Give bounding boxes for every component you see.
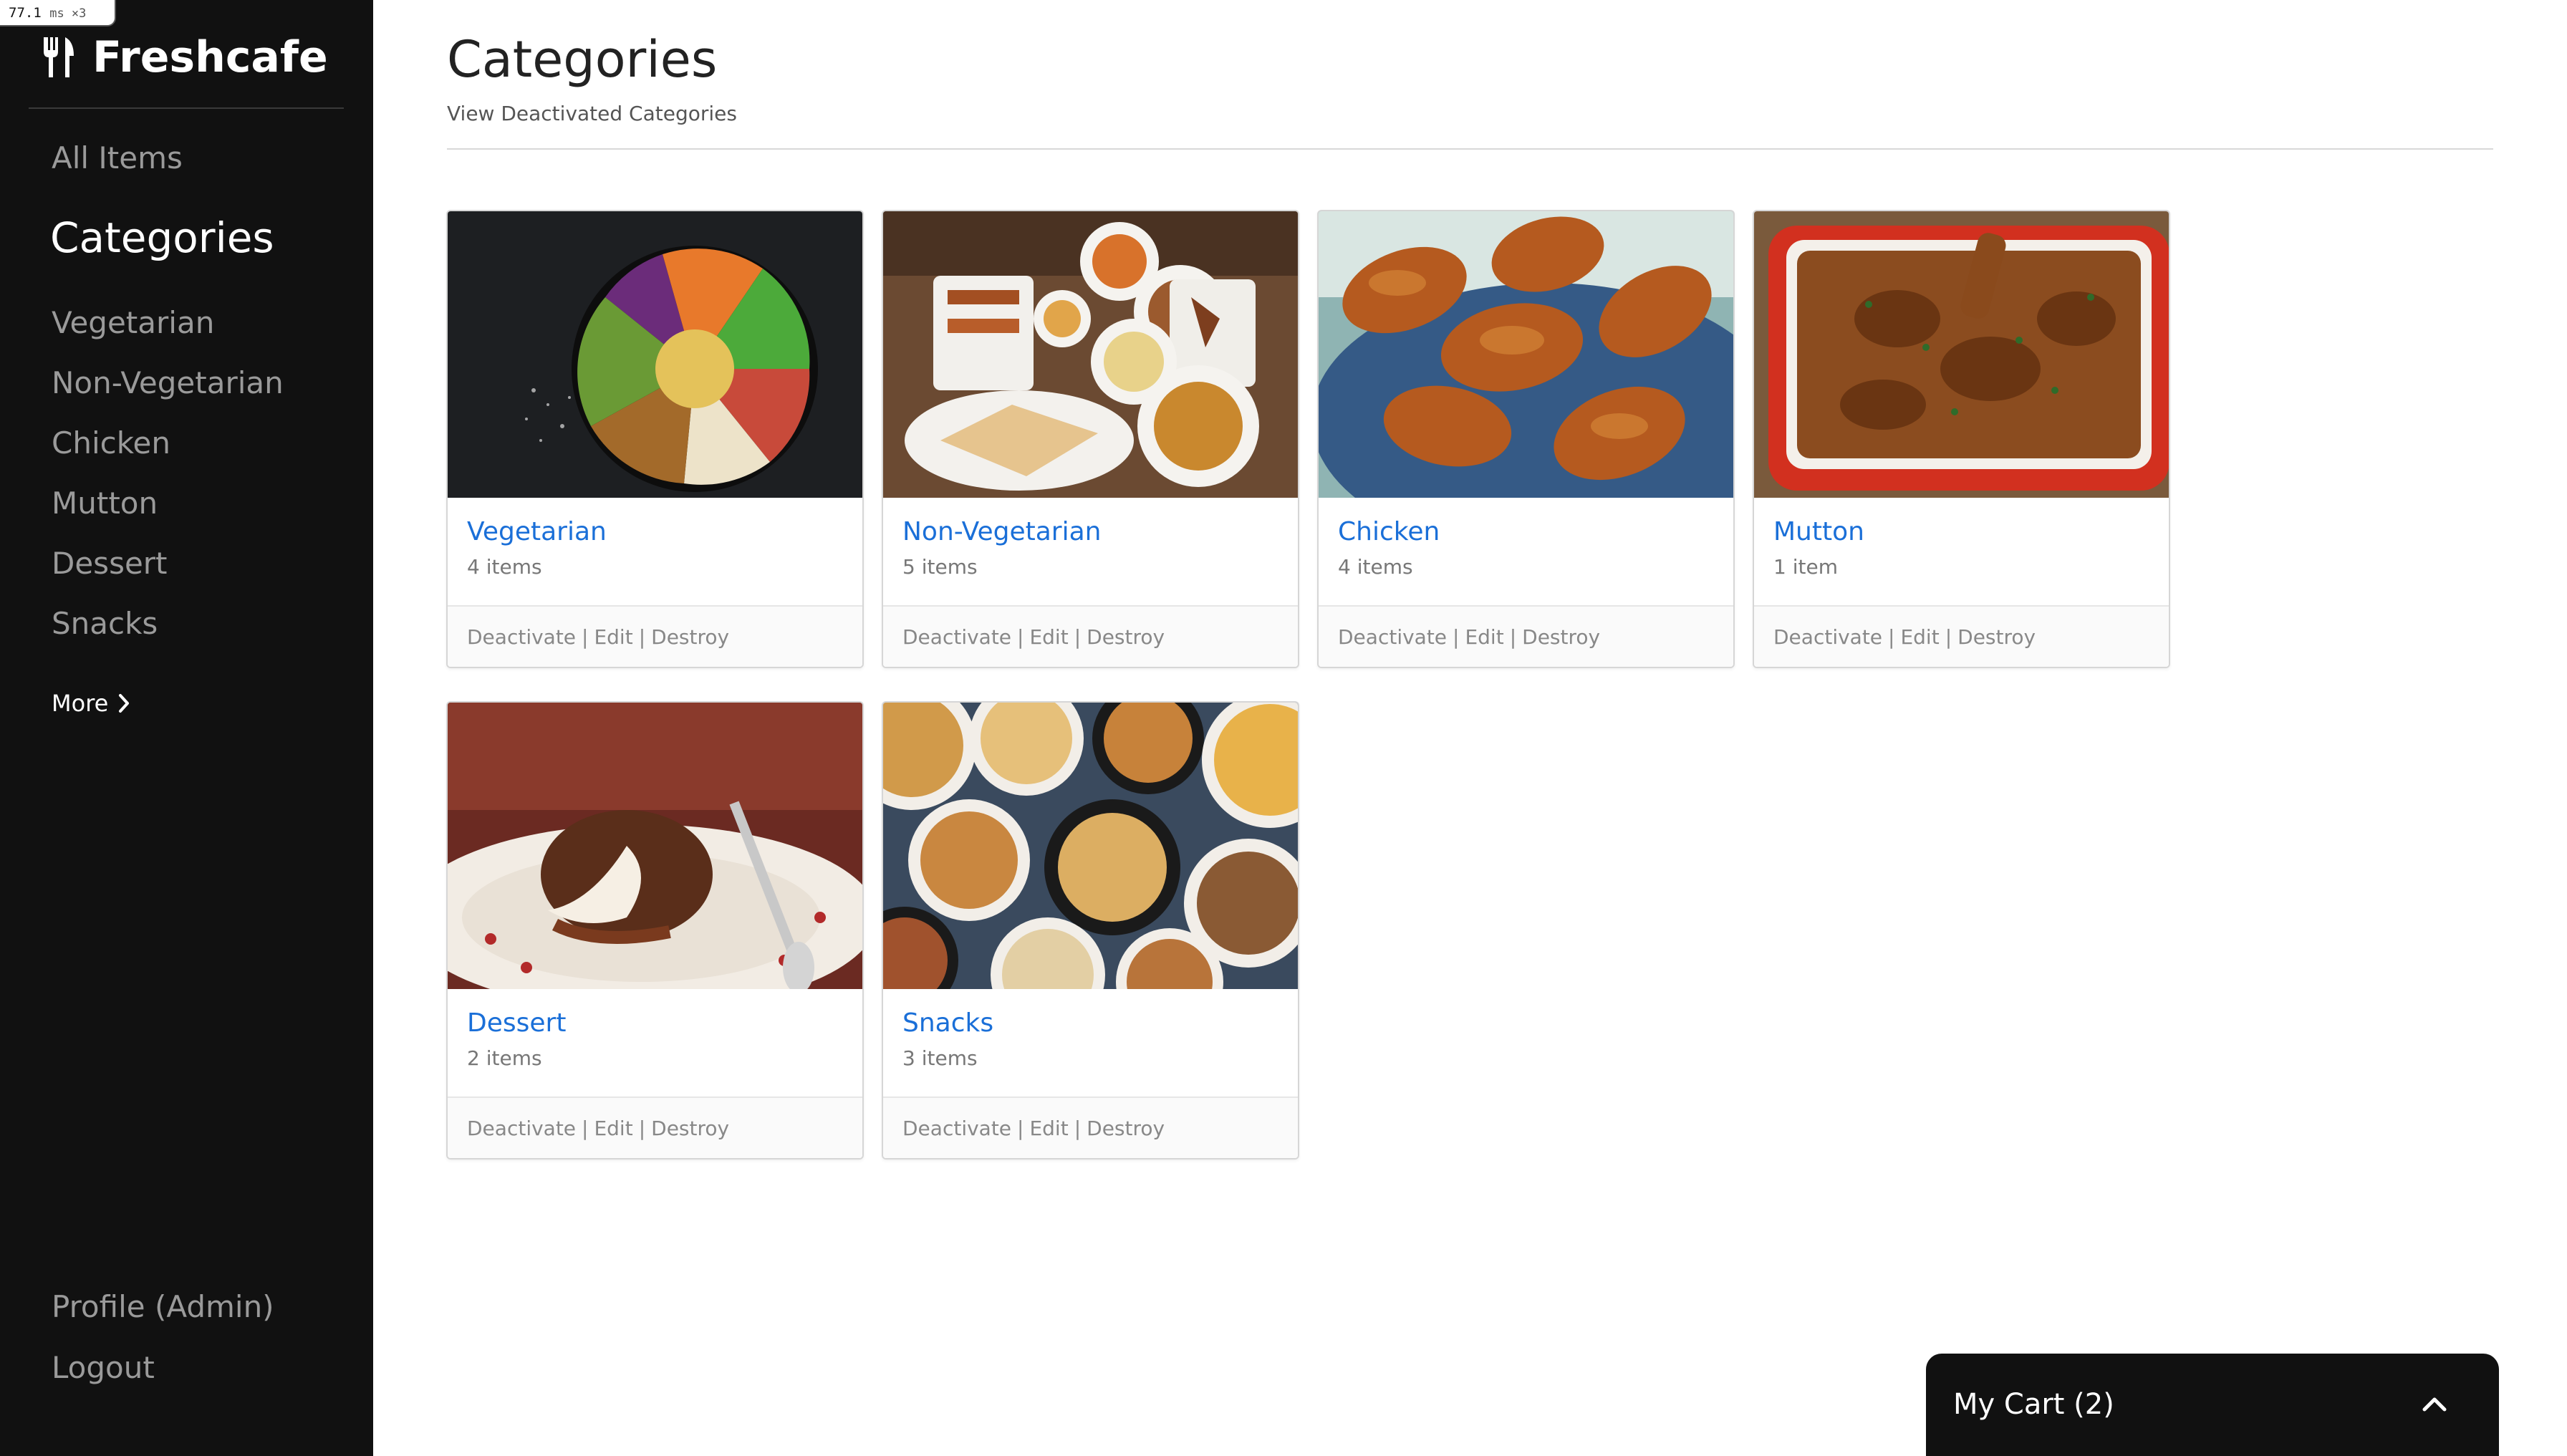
main-content: Categories View Deactivated Categories V… xyxy=(373,0,2567,1456)
deactivate-link[interactable]: Deactivate xyxy=(1773,625,1882,649)
card-count-vegetarian: 4 items xyxy=(467,555,542,579)
card-count-dessert: 2 items xyxy=(467,1046,542,1070)
chevron-right-icon xyxy=(119,694,130,713)
destroy-link[interactable]: Destroy xyxy=(651,1117,729,1140)
card-count-non-vegetarian: 5 items xyxy=(902,555,978,579)
category-card-vegetarian: Vegetarian 4 items Deactivate | Edit | Destr… xyxy=(446,210,864,668)
destroy-link[interactable]: Destroy xyxy=(1522,625,1600,649)
vegetarian-image[interactable] xyxy=(448,211,862,498)
card-actions: Deactivate | Edit | Destroy xyxy=(467,625,730,649)
sidebar-item-vegetarian[interactable]: Vegetarian xyxy=(52,305,214,340)
title-divider xyxy=(447,148,2493,150)
sidebar-item-non-vegetarian[interactable]: Non-Vegetarian xyxy=(52,365,284,400)
category-card-snacks: Snacks 3 items Deactivate | Edit | Destroy xyxy=(882,701,1299,1160)
card-title-non-vegetarian[interactable]: Non-Vegetarian xyxy=(902,517,1102,546)
card-title-mutton[interactable]: Mutton xyxy=(1773,517,1864,546)
edit-link[interactable]: Edit xyxy=(1029,1117,1068,1140)
category-card-mutton: Mutton 1 item Deactivate | Edit | Destroy xyxy=(1753,210,2170,668)
edit-link[interactable]: Edit xyxy=(1900,625,1939,649)
category-card-non-vegetarian: Non-Vegetarian 5 items Deactivate | Edit | D… xyxy=(882,210,1299,668)
sidebar-item-snacks[interactable]: Snacks xyxy=(52,606,158,641)
card-actions: Deactivate | Edit | Destroy xyxy=(902,625,1165,649)
more-label: More xyxy=(52,690,109,717)
card-title-vegetarian[interactable]: Vegetarian xyxy=(467,517,607,546)
edit-link[interactable]: Edit xyxy=(594,625,632,649)
edit-link[interactable]: Edit xyxy=(594,1117,632,1140)
destroy-link[interactable]: Destroy xyxy=(1087,1117,1165,1140)
card-title-chicken[interactable]: Chicken xyxy=(1338,517,1440,546)
sidebar-more-link[interactable]: More xyxy=(52,690,130,717)
deactivate-link[interactable]: Deactivate xyxy=(1338,625,1447,649)
edit-link[interactable]: Edit xyxy=(1465,625,1503,649)
deactivate-link[interactable]: Deactivate xyxy=(902,625,1011,649)
perf-unit: ms ×3 xyxy=(49,6,87,21)
card-footer: Deactivate | Edit | Destroy xyxy=(1319,605,1733,667)
card-title-dessert[interactable]: Dessert xyxy=(467,1008,566,1038)
sidebar-item-mutton[interactable]: Mutton xyxy=(52,486,158,521)
deactivate-link[interactable]: Deactivate xyxy=(467,625,576,649)
view-deactivated-link[interactable]: View Deactivated Categories xyxy=(447,102,737,125)
perf-value: 77.1 xyxy=(9,5,42,21)
snacks-image[interactable] xyxy=(883,703,1298,989)
card-title-snacks[interactable]: Snacks xyxy=(902,1008,993,1038)
card-count-chicken: 4 items xyxy=(1338,555,1413,579)
deactivate-link[interactable]: Deactivate xyxy=(902,1117,1011,1140)
destroy-link[interactable]: Destroy xyxy=(651,625,729,649)
card-count-mutton: 1 item xyxy=(1773,555,1838,579)
cart-panel[interactable]: My Cart (2) xyxy=(1926,1354,2499,1456)
sidebar-item-all-items[interactable]: All Items xyxy=(52,140,183,175)
edit-link[interactable]: Edit xyxy=(1029,625,1068,649)
brand-logo[interactable]: Freshcafe xyxy=(41,29,328,86)
chicken-image[interactable] xyxy=(1319,211,1733,498)
perf-badge: 77.1 ms ×3 xyxy=(0,0,116,26)
sidebar-item-profile[interactable]: Profile (Admin) xyxy=(52,1289,274,1324)
sidebar-item-dessert[interactable]: Dessert xyxy=(52,546,168,581)
card-count-snacks: 3 items xyxy=(902,1046,978,1070)
card-actions: Deactivate | Edit | Destroy xyxy=(1773,625,2036,649)
brand-name: Freshcafe xyxy=(92,32,328,82)
card-footer: Deactivate | Edit | Destroy xyxy=(883,605,1298,667)
card-footer: Deactivate | Edit | Destroy xyxy=(1754,605,2169,667)
category-card-dessert: Dessert 2 items Deactivate | Edit | Destroy xyxy=(446,701,864,1160)
cart-label: My Cart (2) xyxy=(1953,1388,2114,1421)
category-card-chicken: Chicken 4 items Deactivate | Edit | Destroy xyxy=(1317,210,1735,668)
page-title: Categories xyxy=(447,30,718,89)
non-vegetarian-image[interactable] xyxy=(883,211,1298,498)
card-actions: Deactivate | Edit | Destroy xyxy=(902,1117,1165,1140)
mutton-image[interactable] xyxy=(1754,211,2169,498)
card-footer: Deactivate | Edit | Destroy xyxy=(883,1096,1298,1158)
sidebar: Freshcafe All Items Categories Vegetaria… xyxy=(0,0,373,1456)
destroy-link[interactable]: Destroy xyxy=(1087,625,1165,649)
card-actions: Deactivate | Edit | Destroy xyxy=(1338,625,1601,649)
sidebar-item-chicken[interactable]: Chicken xyxy=(52,425,170,461)
card-footer: Deactivate | Edit | Destroy xyxy=(448,605,862,667)
card-footer: Deactivate | Edit | Destroy xyxy=(448,1096,862,1158)
chevron-up-icon[interactable] xyxy=(2420,1389,2449,1418)
deactivate-link[interactable]: Deactivate xyxy=(467,1117,576,1140)
fork-knife-icon xyxy=(44,37,74,77)
dessert-image[interactable] xyxy=(448,703,862,989)
sidebar-categories-heading[interactable]: Categories xyxy=(50,213,274,262)
destroy-link[interactable]: Destroy xyxy=(1957,625,2036,649)
card-actions: Deactivate | Edit | Destroy xyxy=(467,1117,730,1140)
sidebar-item-logout[interactable]: Logout xyxy=(52,1350,155,1385)
sidebar-divider xyxy=(29,107,344,109)
